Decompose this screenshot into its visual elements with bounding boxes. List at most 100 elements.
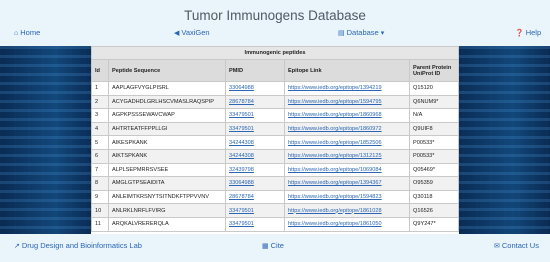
cell-id: 5 (91, 135, 109, 150)
footer-contact-label: Contact Us (501, 241, 539, 250)
footer: ↗ Drug Design and Bioinformatics Lab ▦ Cit… (0, 234, 550, 262)
nav-help-label: Help (525, 28, 542, 37)
cell-parent-protein: Q6NUM9* (409, 94, 459, 110)
cell-id: 6 (91, 148, 109, 164)
cell-pmid[interactable]: 33479501 (225, 203, 285, 218)
col-parent-protein: Parent Protein UniProt ID (409, 59, 459, 82)
cell-epitope-link[interactable]: https://www.iedb.org/epitope/1860968 (284, 108, 410, 123)
cell-id: 11 (91, 216, 109, 232)
table-row: 9 ANLEIMTKRSNYTSITNDKFTPPVVNV 28678784 http… (91, 189, 459, 205)
cell-id: 10 (91, 203, 109, 218)
page-title: Tumor Immunogens Database (184, 8, 366, 23)
cell-parent-protein: Q16526 (409, 203, 459, 218)
external-link-icon: ↗ (14, 243, 20, 250)
cell-id: 3 (91, 108, 109, 123)
table-row: 1 AAPLAGFVYGLPISRL 33064988 https://www.ied… (91, 81, 459, 96)
footer-lab-link[interactable]: ↗ Drug Design and Bioinformatics Lab (14, 241, 142, 250)
envelope-icon: ✉ (494, 243, 500, 250)
server-rack-left (0, 46, 92, 234)
top-nav: ⌂ Home ◀ VaxiGen ▤ Database ▾ ❓ Help (0, 24, 550, 42)
peptides-table: Immunogenic peptides Id Peptide Sequence… (91, 46, 459, 232)
cell-peptide-sequence: ARQKALVRERERQLA (108, 216, 226, 232)
table-caption: Immunogenic peptides (91, 46, 459, 60)
nav-vaxigen-label: VaxiGen (181, 28, 210, 37)
table-row: 3 AGPKPSSSEWAVCWAP 33479501 https://www.ied… (91, 108, 459, 123)
table-row: 2 ACYGADHDLGRLHSCVMASLRAQSPIP 28678784 http… (91, 94, 459, 110)
nav-database-dropdown[interactable]: ▤ Database ▾ (338, 28, 386, 37)
cell-epitope-link[interactable]: https://www.iedb.org/epitope/1861028 (284, 203, 410, 218)
home-icon: ⌂ (14, 30, 19, 37)
cell-pmid[interactable]: 28678784 (225, 189, 285, 205)
cell-epitope-link[interactable]: https://www.iedb.org/epitope/1594795 (284, 94, 410, 110)
footer-cite-link[interactable]: ▦ Cite (262, 241, 284, 250)
cell-parent-protein: Q9UIF8 (409, 121, 459, 137)
cell-parent-protein: Q30118 (409, 189, 459, 205)
cell-epitope-link[interactable]: https://www.iedb.org/epitope/1861050 (284, 216, 410, 232)
cell-pmid[interactable]: 33479501 (225, 216, 285, 232)
cell-peptide-sequence: ANLEIMTKRSNYTSITNDKFTPPVVNV (108, 189, 226, 205)
arrow-left-icon: ◀ (174, 30, 180, 37)
book-icon: ▦ (262, 243, 269, 250)
cell-pmid[interactable]: 28678784 (225, 94, 285, 110)
footer-lab-label: Drug Design and Bioinformatics Lab (21, 241, 142, 250)
table-row: 7 ALPLSEPMRRSVSEE 32439798 https://www.iedb… (91, 162, 459, 178)
cell-epitope-link[interactable]: https://www.iedb.org/epitope/1594823 (284, 189, 410, 205)
cell-peptide-sequence: ALPLSEPMRRSVSEE (108, 162, 226, 178)
col-peptide-sequence: Peptide Sequence (108, 59, 226, 82)
table-row: 5 AIKESPKANK 34244308 https://www.iedb.org/… (91, 135, 459, 150)
cell-peptide-sequence: AMGLGTPSEAIDITA (108, 176, 226, 191)
cell-parent-protein: P00533* (409, 135, 459, 150)
server-rack-right (458, 46, 550, 234)
caret-down-icon: ▾ (380, 30, 385, 37)
database-icon: ▤ (338, 30, 345, 37)
cell-id: 2 (91, 94, 109, 110)
table-row: 10 ANLRKLNRFLFVIRG 33479501 https://www.ied… (91, 203, 459, 218)
cell-parent-protein: N/A (409, 108, 459, 123)
cell-pmid[interactable]: 34244308 (225, 148, 285, 164)
cell-epitope-link[interactable]: https://www.iedb.org/epitope/1394219 (284, 81, 410, 96)
cell-epitope-link[interactable]: https://www.iedb.org/epitope/1852506 (284, 135, 410, 150)
cell-parent-protein: Q05469* (409, 162, 459, 178)
table-row: 8 AMGLGTPSEAIDITA 33064988 https://www.iedb… (91, 176, 459, 191)
cell-epitope-link[interactable]: https://www.iedb.org/epitope/1069084 (284, 162, 410, 178)
cell-id: 1 (91, 81, 109, 96)
nav-vaxigen-link[interactable]: ◀ VaxiGen (174, 28, 210, 37)
table-row: 4 AHTRTEATFFPPLLGI 33479501 https://www.ied… (91, 121, 459, 137)
cell-pmid[interactable]: 33064988 (225, 81, 285, 96)
cell-pmid[interactable]: 32439798 (225, 162, 285, 178)
cell-pmid[interactable]: 34244308 (225, 135, 285, 150)
cell-pmid[interactable]: 33064988 (225, 176, 285, 191)
cell-id: 9 (91, 189, 109, 205)
cell-parent-protein: P00533* (409, 148, 459, 164)
cell-peptide-sequence: AIKESPKANK (108, 135, 226, 150)
cell-epitope-link[interactable]: https://www.iedb.org/epitope/1312125 (284, 148, 410, 164)
question-circle-icon: ❓ (515, 30, 524, 37)
cell-parent-protein: Q9Y247* (409, 216, 459, 232)
footer-contact-link[interactable]: ✉ Contact Us (494, 241, 539, 250)
col-id: Id (91, 59, 109, 82)
cell-peptide-sequence: AAPLAGFVYGLPISRL (108, 81, 226, 96)
cell-peptide-sequence: AHTRTEATFFPPLLGI (108, 121, 226, 137)
cell-epitope-link[interactable]: https://www.iedb.org/epitope/1860972 (284, 121, 410, 137)
cell-pmid[interactable]: 33479501 (225, 108, 285, 123)
cell-id: 7 (91, 162, 109, 178)
nav-help-link[interactable]: ❓ Help (515, 28, 541, 37)
results-panel[interactable]: Immunogenic peptides Id Peptide Sequence… (91, 46, 459, 234)
cell-pmid[interactable]: 33479501 (225, 121, 285, 137)
footer-cite-label: Cite (270, 241, 284, 250)
nav-home-link[interactable]: ⌂ Home (14, 28, 40, 37)
table-row: 6 AIKTSPKANK 34244308 https://www.iedb.org/… (91, 148, 459, 164)
table-row: 11 ARQKALVRERERQLA 33479501 https://www.ied… (91, 216, 459, 232)
cell-peptide-sequence: ANLRKLNRFLFVIRG (108, 203, 226, 218)
nav-home-label: Home (20, 28, 41, 37)
col-epitope-link: Epitope Link (284, 59, 410, 82)
cell-id: 8 (91, 176, 109, 191)
cell-parent-protein: Q15120 (409, 81, 459, 96)
cell-parent-protein: O95359 (409, 176, 459, 191)
nav-database-label: Database (346, 28, 379, 37)
cell-id: 4 (91, 121, 109, 137)
cell-peptide-sequence: AIKTSPKANK (108, 148, 226, 164)
cell-epitope-link[interactable]: https://www.iedb.org/epitope/1394367 (284, 176, 410, 191)
col-pmid: PMID (225, 59, 285, 82)
cell-peptide-sequence: ACYGADHDLGRLHSCVMASLRAQSPIP (108, 94, 226, 110)
